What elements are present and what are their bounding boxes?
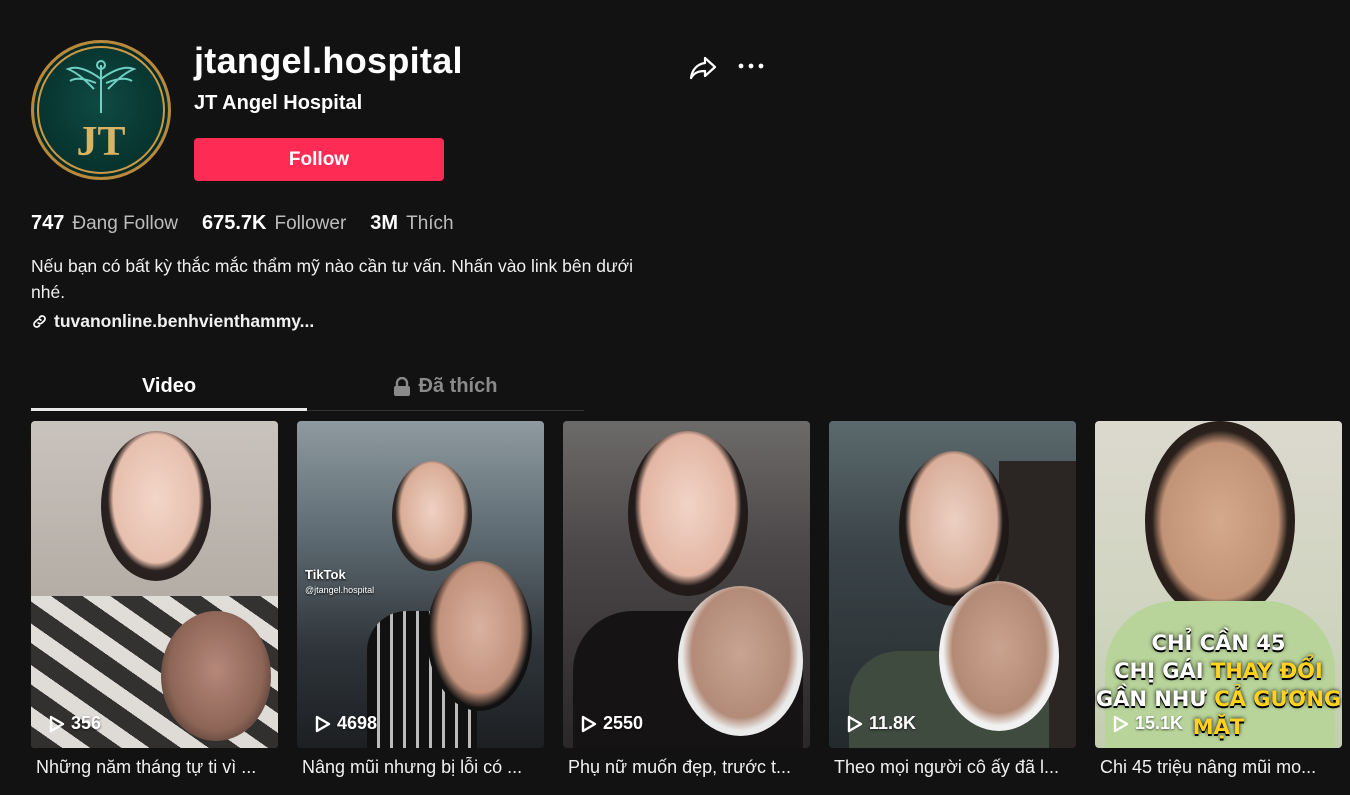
- view-count: 15.1K: [1113, 713, 1183, 734]
- play-icon: [1113, 715, 1129, 732]
- tiktok-handle: @jtangel.hospital: [305, 585, 375, 595]
- video-caption[interactable]: Phụ nữ muốn đẹp, trước t...: [563, 757, 810, 778]
- video-card[interactable]: 11.8K Theo mọi người cô ấy đã l...: [829, 421, 1076, 778]
- video-grid: 356 Những năm tháng tự ti vì ... TikTok …: [31, 421, 1342, 778]
- video-thumbnail[interactable]: 2550: [563, 421, 810, 748]
- video-caption[interactable]: Theo mọi người cô ấy đã l...: [829, 757, 1076, 778]
- stat-followers[interactable]: 675.7K Follower: [202, 212, 346, 235]
- profile-stats: 747 Đang Follow 675.7K Follower 3M Thích: [31, 212, 478, 235]
- profile-username: jtangel.hospital: [194, 40, 463, 81]
- tab-liked[interactable]: Đã thích: [307, 363, 583, 410]
- video-thumbnail[interactable]: TikTok @jtangel.hospital 4698: [297, 421, 544, 748]
- stat-following[interactable]: 747 Đang Follow: [31, 212, 178, 235]
- profile-bio: Nếu bạn có bất kỳ thắc mắc thẩm mỹ nào c…: [31, 256, 634, 302]
- view-count: 356: [49, 713, 101, 734]
- video-thumbnail[interactable]: CHỈ CẦN 45 CHỊ GÁI THAY ĐỔI GẦN NHƯ CẢ G…: [1095, 421, 1342, 748]
- video-card[interactable]: 2550 Phụ nữ muốn đẹp, trước t...: [563, 421, 810, 778]
- play-icon: [315, 715, 331, 732]
- more-icon[interactable]: [736, 52, 766, 82]
- video-thumbnail[interactable]: 11.8K: [829, 421, 1076, 748]
- stat-label: Follower: [274, 213, 347, 234]
- video-thumbnail[interactable]: 356: [31, 421, 278, 748]
- stat-likes: 3M Thích: [370, 212, 453, 235]
- video-caption[interactable]: Chi 45 triệu nâng mũi mo...: [1095, 757, 1342, 778]
- stat-value: 747: [31, 212, 65, 234]
- active-tab-indicator: [31, 408, 307, 411]
- video-card[interactable]: 356 Những năm tháng tự ti vì ...: [31, 421, 278, 778]
- stat-label: Thích: [406, 213, 454, 234]
- video-card[interactable]: CHỈ CẦN 45 CHỊ GÁI THAY ĐỔI GẦN NHƯ CẢ G…: [1095, 421, 1342, 778]
- profile-link-text: tuvanonline.benhvienthammy...: [54, 311, 315, 331]
- profile-link[interactable]: tuvanonline.benhvienthammy...: [31, 311, 314, 332]
- play-icon: [49, 715, 65, 732]
- play-icon: [581, 715, 597, 732]
- svg-text:JT: JT: [76, 119, 125, 165]
- stat-value: 3M: [370, 212, 399, 234]
- video-caption[interactable]: Những năm tháng tự ti vì ...: [31, 757, 278, 778]
- view-count: 2550: [581, 713, 643, 734]
- video-card[interactable]: TikTok @jtangel.hospital 4698 Nâng mũi n…: [297, 421, 544, 778]
- lock-icon: [393, 376, 410, 396]
- view-count: 4698: [315, 713, 377, 734]
- profile-nickname: JT Angel Hospital: [194, 92, 363, 114]
- video-caption[interactable]: Nâng mũi nhưng bị lỗi có ...: [297, 757, 544, 778]
- share-icon[interactable]: [688, 52, 718, 82]
- follow-button[interactable]: Follow: [194, 138, 444, 181]
- profile-avatar: JT: [31, 40, 171, 180]
- view-count: 11.8K: [847, 713, 916, 734]
- profile-tabs: Video Đã thích: [31, 363, 584, 411]
- stat-label: Đang Follow: [72, 213, 178, 234]
- tab-label: Video: [141, 375, 197, 397]
- tab-label: Đã thích: [418, 375, 498, 397]
- play-icon: [847, 715, 863, 732]
- tab-video[interactable]: Video: [31, 363, 307, 410]
- link-icon: [33, 315, 46, 328]
- tiktok-watermark: TikTok: [305, 567, 346, 582]
- stat-value: 675.7K: [201, 212, 267, 234]
- angel-logo-icon: JT: [65, 60, 137, 165]
